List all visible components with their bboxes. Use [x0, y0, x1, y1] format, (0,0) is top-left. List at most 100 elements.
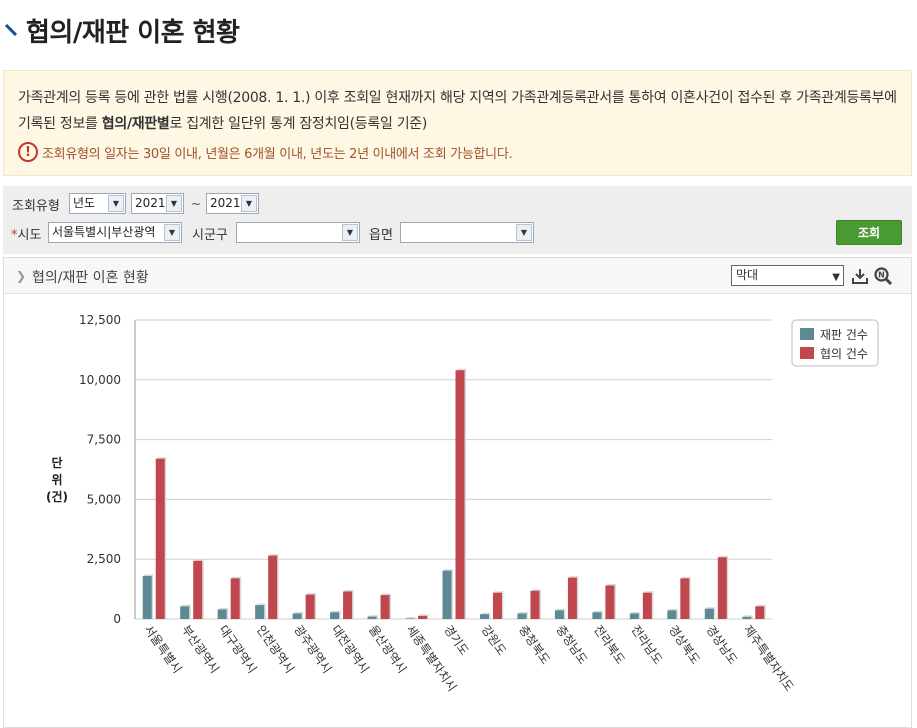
trial-bar	[142, 575, 152, 619]
chevron-right-icon: ❯	[16, 269, 27, 283]
agreement-bar	[455, 370, 465, 619]
y-axis-label: 단위 (건)	[46, 455, 68, 504]
zoom-icon[interactable]: N	[873, 266, 893, 286]
sido-select[interactable]: 서울특별시|부산광역 ▼	[48, 222, 182, 243]
agreement-bar	[155, 458, 165, 619]
agreement-bar	[380, 595, 390, 619]
trial-bar	[629, 613, 639, 619]
notice-text: 가족관계의 등록 등에 관한 법률 시행(2008. 1. 1.) 이후 조회일…	[18, 85, 898, 137]
svg-text:N: N	[878, 271, 885, 280]
agreement-bar	[193, 560, 203, 619]
sigungu-select[interactable]: ▼	[236, 222, 360, 243]
chevron-down-icon: ▼	[166, 195, 182, 212]
trial-bar	[592, 612, 602, 619]
download-icon[interactable]	[850, 266, 870, 286]
agreement-bar	[717, 557, 727, 619]
x-tick-label: 충청북도	[516, 623, 553, 667]
filter-box: 조회유형 년도 ▼ 2021 ▼ ~ 2021 ▼ *시도 서울특별시|부산광역…	[3, 186, 912, 254]
to-year-value: 2021	[210, 196, 241, 210]
trial-bar	[667, 610, 677, 619]
chart-header: ❯ 협의/재판 이혼 현황 막대 ▼ N	[4, 258, 911, 294]
chart-panel: ❯ 협의/재판 이혼 현황 막대 ▼ N 0 2,500 5,000 7,500 10,…	[3, 257, 912, 728]
title-bar: 협의/재판 이혼 현황	[0, 0, 917, 62]
chevron-down-icon: ▼	[241, 195, 257, 212]
notice-box: 가족관계의 등록 등에 관한 법률 시행(2008. 1. 1.) 이후 조회일…	[3, 70, 912, 176]
y-tick-label: 7,500	[87, 433, 121, 447]
x-tick-label: 충청남도	[553, 623, 590, 667]
trial-bar	[292, 613, 302, 619]
chevron-down-icon: ▼	[516, 224, 532, 241]
x-tick-label: 울산광역시	[366, 623, 409, 676]
bar-chart: 02,5005,0007,50010,00012,500 서울특별시부산광역시대…	[46, 313, 879, 694]
trial-bar	[517, 613, 527, 619]
trial-bar	[367, 616, 377, 619]
y-axis-label-part: 위	[51, 473, 62, 487]
y-tick-label: 2,500	[87, 552, 121, 566]
exclamation-icon: !	[18, 142, 38, 162]
page-title: 협의/재판 이혼 현황	[26, 18, 240, 48]
chart-type-value: 막대	[736, 268, 759, 282]
agreement-bar	[230, 578, 240, 619]
eupmyeon-select[interactable]: ▼	[400, 222, 534, 243]
agreement-bar	[642, 592, 652, 619]
x-axis-ticks: 서울특별시부산광역시대구광역시인천광역시광주광역시대전광역시울산광역시세종특별자…	[141, 622, 796, 694]
notice-text-post: 로 집계한 일단위 통계 잠정치임(등록일 기준)	[169, 116, 428, 132]
x-tick-label: 서울특별시	[141, 623, 184, 676]
x-tick-label: 제주특별자치도	[741, 623, 797, 694]
grid-lines	[134, 319, 772, 620]
title-mark-icon	[5, 24, 17, 36]
legend-label: 협의 건수	[820, 347, 868, 361]
type-label: 조회유형	[12, 199, 60, 214]
trial-bar	[479, 614, 489, 619]
x-tick-label: 경상북도	[666, 623, 703, 667]
sigungu-label: 시군구	[192, 228, 228, 243]
from-year-select[interactable]: 2021 ▼	[131, 193, 184, 214]
x-tick-label: 전라북도	[591, 623, 628, 667]
chevron-down-icon: ▼	[108, 195, 124, 212]
agreement-bar	[680, 578, 690, 619]
trial-bar	[255, 605, 265, 619]
x-tick-label: 부산광역시	[179, 623, 222, 676]
chevron-down-icon: ▼	[342, 224, 358, 241]
chart-type-select[interactable]: 막대 ▼	[731, 265, 844, 286]
trial-bar	[704, 608, 714, 619]
trial-bar	[217, 609, 227, 619]
warning-text: 조회유형의 일자는 30일 이내, 년월은 6개월 이내, 년도는 2년 이내에…	[42, 146, 513, 162]
search-button[interactable]: 조회	[836, 220, 902, 245]
sido-label: *시도	[11, 224, 41, 243]
y-tick-label: 5,000	[87, 492, 121, 506]
y-tick-label: 10,000	[79, 373, 121, 387]
y-tick-label: 0	[113, 612, 121, 626]
legend-label: 재판 건수	[820, 328, 868, 342]
x-tick-label: 대전광역시	[329, 623, 372, 676]
trial-bar	[742, 616, 752, 619]
sido-label-text: 시도	[17, 228, 42, 243]
range-tilde: ~	[191, 197, 202, 211]
sido-select-value: 서울특별시|부산광역	[52, 225, 156, 239]
agreement-bar	[755, 606, 765, 619]
trial-bar	[180, 606, 190, 619]
agreement-bar	[343, 591, 353, 619]
agreement-bar	[567, 577, 577, 619]
y-axis-ticks: 0 2,500 5,000 7,500 10,000 12,500	[79, 313, 121, 626]
x-tick-label: 전라남도	[628, 623, 665, 667]
x-tick-label: 광주광역시	[291, 623, 334, 676]
eupmyeon-label: 읍면	[369, 228, 393, 243]
chevron-down-icon: ▼	[164, 224, 180, 241]
legend-swatch	[800, 347, 814, 359]
agreement-bar	[418, 615, 428, 619]
x-tick-label: 강원도	[479, 623, 509, 658]
type-select-value: 년도	[73, 196, 96, 210]
type-select[interactable]: 년도 ▼	[69, 193, 126, 214]
x-tick-label: 대구광역시	[216, 623, 259, 676]
trial-bar	[330, 612, 340, 619]
legend: 재판 건수협의 건수	[791, 319, 879, 367]
agreement-bar	[492, 592, 502, 619]
y-tick-label: 12,500	[79, 313, 121, 327]
y-axis-label-part: 단	[51, 455, 62, 470]
from-year-value: 2021	[135, 196, 166, 210]
to-year-select[interactable]: 2021 ▼	[206, 193, 259, 214]
agreement-bar	[305, 594, 315, 619]
warning-row: ! 조회유형의 일자는 30일 이내, 년월은 6개월 이내, 년도는 2년 이…	[18, 141, 513, 163]
trial-bar	[554, 610, 564, 619]
